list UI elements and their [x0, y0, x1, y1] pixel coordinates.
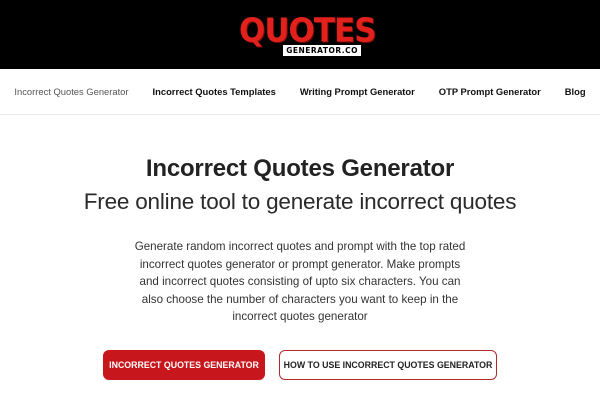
- site-header: QUOTES GENERATOR.CO: [0, 0, 600, 69]
- nav-item-incorrect-quotes-generator[interactable]: Incorrect Quotes Generator: [2, 86, 140, 97]
- incorrect-quotes-generator-button[interactable]: INCORRECT QUOTES GENERATOR: [103, 349, 265, 380]
- main-nav: Incorrect Quotes Generator Incorrect Quo…: [0, 69, 600, 115]
- hero-section: Incorrect Quotes Generator Free online t…: [0, 155, 600, 380]
- page-subtitle: Free online tool to generate incorrect q…: [83, 189, 517, 214]
- how-to-use-button[interactable]: HOW TO USE INCORRECT QUOTES GENERATOR: [279, 349, 497, 380]
- page-title: Incorrect Quotes Generator: [145, 155, 455, 182]
- nav-item-otp-prompt-generator[interactable]: OTP Prompt Generator: [427, 86, 553, 97]
- nav-item-writing-prompt-generator[interactable]: Writing Prompt Generator: [288, 86, 427, 97]
- hero-description: Generate random incorrect quotes and pro…: [134, 240, 466, 323]
- logo-subtitle: GENERATOR.CO: [283, 44, 361, 56]
- nav-item-blog[interactable]: Blog: [553, 86, 598, 97]
- hero-buttons: INCORRECT QUOTES GENERATOR HOW TO USE IN…: [0, 349, 600, 380]
- nav-item-incorrect-quotes-templates[interactable]: Incorrect Quotes Templates: [141, 86, 288, 97]
- site-logo[interactable]: QUOTES GENERATOR.CO: [239, 12, 377, 56]
